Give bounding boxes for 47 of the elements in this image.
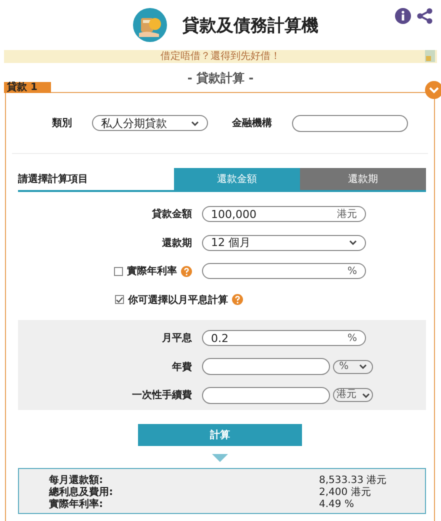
info-icon [395, 8, 411, 24]
category-select[interactable]: 私人分期貸款 [92, 115, 208, 131]
input-field[interactable]: 0.2 % [202, 330, 366, 346]
result-value: 2,400 港元 [319, 487, 371, 499]
chevron-icon[interactable] [425, 81, 441, 99]
unit-label: % [347, 332, 357, 344]
unit-label: 港元 [337, 208, 357, 222]
field-label: 你可選擇以月平息計算 [128, 294, 228, 307]
calculator-coin-icon [132, 8, 166, 42]
result-label: 總利息及費用: [49, 487, 114, 498]
input-field[interactable]: % [202, 263, 366, 280]
slogan-text: 借定唔借？還得到先好借！ [160, 50, 280, 62]
institution-field[interactable] [292, 114, 408, 132]
input-field[interactable] [202, 386, 330, 404]
field-label: 年費 [172, 360, 192, 374]
share-icon [417, 8, 433, 24]
check-icon [116, 296, 123, 303]
caret-icon [358, 364, 367, 370]
caret-icon [349, 240, 357, 246]
badge-icon [425, 50, 435, 62]
field-label: 實際年利率 [127, 264, 177, 278]
unit-select[interactable]: 港元 [333, 388, 373, 402]
result-label: 每月還款額: [49, 475, 104, 486]
caret-icon [191, 120, 199, 126]
input-field[interactable]: 100,000 港元 [202, 206, 366, 222]
calc-tab[interactable]: 還款期 [300, 168, 426, 190]
down-triangle-icon [212, 454, 228, 462]
input-field[interactable] [202, 358, 330, 376]
field-label: 月平息 [162, 332, 192, 346]
period-select[interactable]: 12 個月 [202, 234, 366, 251]
calc-prompt: 請選擇計算項目 [18, 172, 89, 187]
result-value: 4.49 % [319, 499, 354, 511]
field-label: 金融機構 [232, 116, 272, 130]
field-label: 一次性手續費 [132, 388, 192, 402]
loan-label: 貸款 1 [4, 82, 52, 93]
result-label: 實際年利率: [49, 499, 104, 511]
unit-select[interactable]: % [333, 360, 373, 374]
field-label: 還款期 [162, 236, 192, 250]
unit-label: % [347, 266, 357, 277]
caret-icon [362, 392, 370, 398]
field-label: 類別 [52, 116, 72, 130]
result-value: 8,533.33 港元 [319, 475, 387, 486]
field-label: 貸款金額 [152, 207, 192, 222]
checkbox[interactable] [114, 266, 123, 276]
section-title: - 貸款計算 - [186, 70, 255, 86]
checkbox[interactable] [115, 295, 124, 304]
page-title: 貸款及債務計算機 [182, 14, 318, 36]
